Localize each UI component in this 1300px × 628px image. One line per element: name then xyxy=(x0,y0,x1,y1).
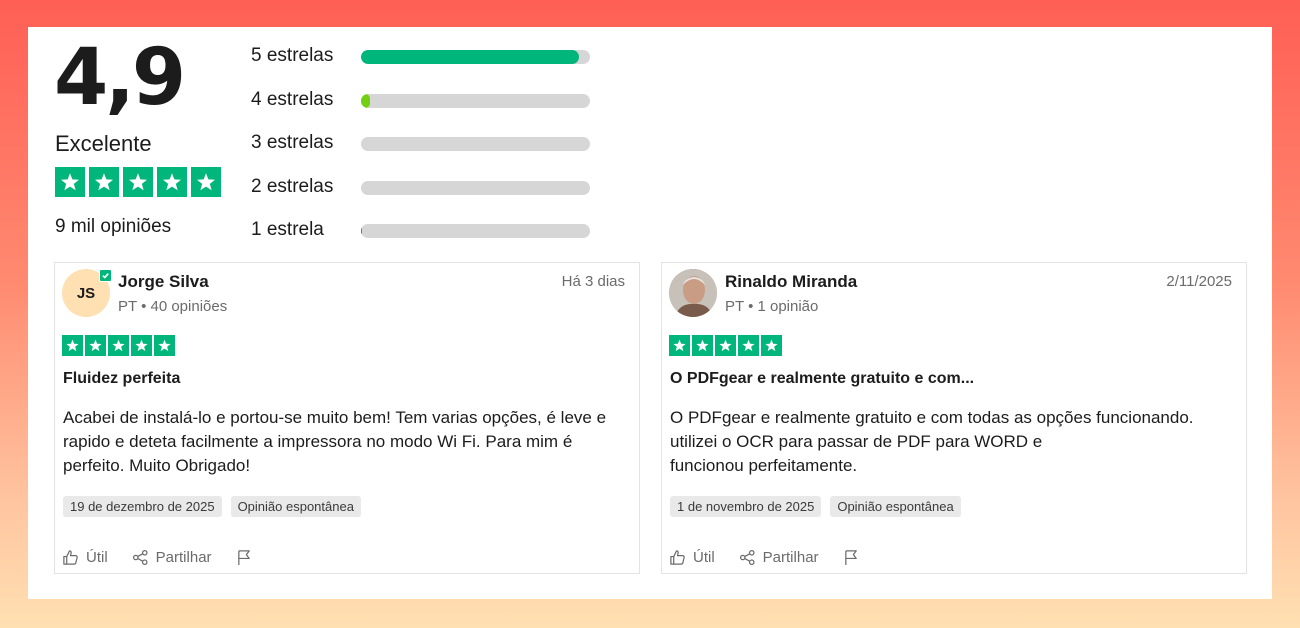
star-icon xyxy=(89,167,119,197)
useful-label: Útil xyxy=(86,549,108,566)
dist-bar-track xyxy=(361,181,590,195)
dist-label: 1 estrela xyxy=(251,219,324,240)
reviews-card: 4,9 Excelente 9 mil opiniões 5 estrelas … xyxy=(28,27,1272,599)
reviewer-name[interactable]: Jorge Silva xyxy=(118,272,209,292)
star-icon xyxy=(55,167,85,197)
spontaneous-tag[interactable]: Opinião espontânea xyxy=(230,496,361,517)
dist-row-4[interactable]: 4 estrelas xyxy=(250,89,610,113)
review-title[interactable]: O PDFgear e realmente gratuito e com... xyxy=(670,370,974,388)
report-button[interactable] xyxy=(843,549,860,566)
star-icon xyxy=(191,167,221,197)
star-icon xyxy=(62,335,83,356)
review-stars xyxy=(669,335,782,356)
review-date: Há 3 dias xyxy=(561,273,625,290)
star-icon xyxy=(157,167,187,197)
star-icon xyxy=(738,335,759,356)
date-tag: 19 de dezembro de 2025 xyxy=(63,496,222,517)
spontaneous-tag[interactable]: Opinião espontânea xyxy=(830,496,961,517)
reviewer-meta: PT • 40 opiniões xyxy=(118,298,228,315)
star-icon xyxy=(761,335,782,356)
useful-button[interactable]: Útil xyxy=(669,549,715,566)
share-label: Partilhar xyxy=(762,549,819,566)
overall-stars xyxy=(55,167,221,197)
review-stars xyxy=(62,335,175,356)
star-icon xyxy=(692,335,713,356)
dist-row-2[interactable]: 2 estrelas xyxy=(250,176,610,200)
star-icon xyxy=(85,335,106,356)
dist-bar-fill xyxy=(361,94,371,108)
review-title[interactable]: Fluidez perfeita xyxy=(63,370,180,388)
dist-bar-track xyxy=(361,94,590,108)
share-label: Partilhar xyxy=(155,549,212,566)
review-tags: 19 de dezembro de 2025 Opinião espontâne… xyxy=(63,496,361,517)
reviewer-photo-icon xyxy=(669,269,717,317)
dist-bar-fill xyxy=(361,50,579,64)
star-icon xyxy=(123,167,153,197)
review-date: 2/11/2025 xyxy=(1166,273,1232,290)
review-body-line: utilizei o OCR para passar de PDF para W… xyxy=(670,432,1043,451)
reviewer-name[interactable]: Rinaldo Miranda xyxy=(725,272,857,292)
thumbs-up-icon xyxy=(670,550,685,565)
review-tags: 1 de novembro de 2025 Opinião espontânea xyxy=(670,496,961,517)
review-body-line: O PDFgear e realmente gratuito e com tod… xyxy=(670,408,1194,427)
dist-label: 5 estrelas xyxy=(251,45,334,66)
date-tag: 1 de novembro de 2025 xyxy=(670,496,822,517)
star-icon xyxy=(108,335,129,356)
dist-label: 4 estrelas xyxy=(251,89,334,110)
review-count: 9 mil opiniões xyxy=(55,216,172,237)
dist-bar-track xyxy=(361,224,590,238)
useful-button[interactable]: Útil xyxy=(62,549,108,566)
dist-row-5[interactable]: 5 estrelas xyxy=(250,45,610,69)
review-body: O PDFgear e realmente gratuito e com tod… xyxy=(670,406,1235,478)
review-card: Rinaldo Miranda PT • 1 opinião 2/11/2025… xyxy=(661,262,1247,574)
review-actions: Útil Partilhar xyxy=(62,549,277,566)
dist-bar-track xyxy=(361,50,590,64)
review-actions: Útil Partilhar xyxy=(669,549,884,566)
flag-icon xyxy=(237,550,250,566)
useful-label: Útil xyxy=(693,549,715,566)
star-icon xyxy=(715,335,736,356)
dist-bar-fill xyxy=(361,224,363,238)
review-body: Acabei de instalá-lo e portou-se muito b… xyxy=(63,408,607,475)
report-button[interactable] xyxy=(236,549,253,566)
review-body-line: funcionou perfeitamente. xyxy=(670,456,858,475)
dist-label: 3 estrelas xyxy=(251,132,334,153)
avatar[interactable]: JS xyxy=(62,269,112,317)
share-button[interactable]: Partilhar xyxy=(739,549,819,566)
star-icon xyxy=(154,335,175,356)
share-icon xyxy=(739,549,755,566)
star-icon xyxy=(131,335,152,356)
review-card: JS Jorge Silva PT • 40 opiniões Há 3 dia… xyxy=(54,262,640,574)
avatar-photo[interactable] xyxy=(669,269,717,317)
reviewer-meta: PT • 1 opinião xyxy=(725,298,819,315)
verified-check-icon xyxy=(99,269,112,282)
dist-bar-track xyxy=(361,137,590,151)
dist-row-3[interactable]: 3 estrelas xyxy=(250,132,610,156)
star-icon xyxy=(669,335,690,356)
share-button[interactable]: Partilhar xyxy=(132,549,212,566)
thumbs-up-icon xyxy=(63,550,78,565)
dist-row-1[interactable]: 1 estrela xyxy=(250,219,610,243)
overall-score: 4,9 xyxy=(54,33,186,123)
dist-label: 2 estrelas xyxy=(251,176,334,197)
rating-word: Excelente xyxy=(55,131,152,156)
share-icon xyxy=(132,549,148,566)
avatar-initials: JS xyxy=(76,284,96,302)
flag-icon xyxy=(844,550,857,566)
